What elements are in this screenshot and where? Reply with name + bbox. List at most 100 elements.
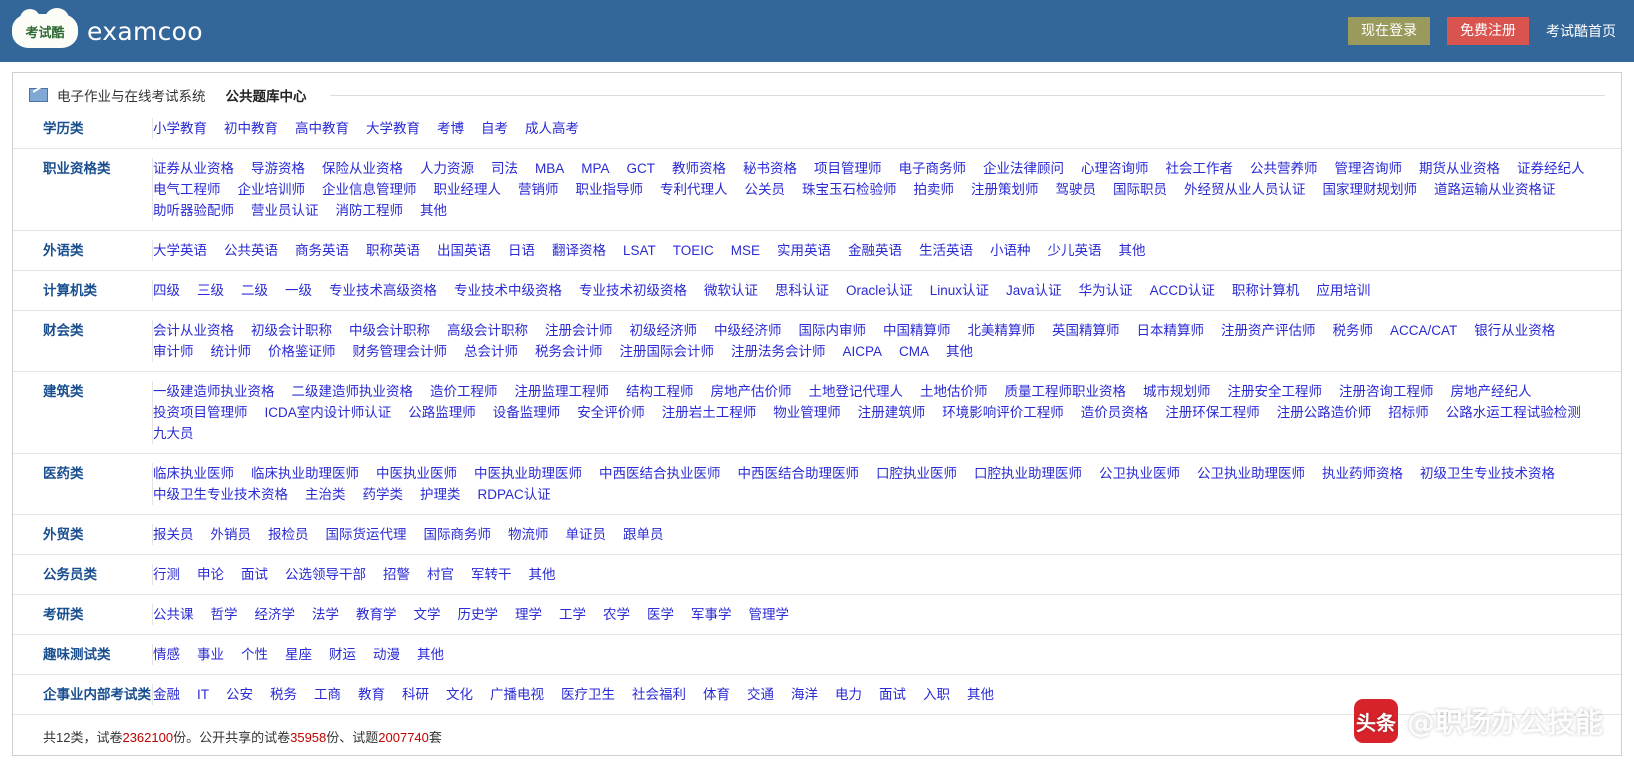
category-link[interactable]: 投资项目管理师 [153, 405, 248, 420]
category-link[interactable]: 海洋 [791, 687, 818, 702]
category-link[interactable]: 城市规划师 [1143, 384, 1211, 399]
category-link[interactable]: 大学英语 [153, 243, 207, 258]
category-link[interactable]: 少儿英语 [1048, 243, 1102, 258]
category-link[interactable]: 外销员 [211, 527, 252, 542]
category-link[interactable]: 单证员 [566, 527, 607, 542]
category-link[interactable]: 注册公路造价师 [1277, 405, 1372, 420]
category-link[interactable]: 职称英语 [366, 243, 420, 258]
category-link[interactable]: 申论 [197, 567, 224, 582]
category-link[interactable]: 税务师 [1333, 323, 1374, 338]
category-link[interactable]: RDPAC认证 [478, 487, 551, 502]
category-link[interactable]: 报检员 [268, 527, 309, 542]
category-link[interactable]: 中国精算师 [883, 323, 951, 338]
category-link[interactable]: 注册会计师 [545, 323, 613, 338]
category-link[interactable]: 小语种 [990, 243, 1031, 258]
category-link[interactable]: 其他 [967, 687, 994, 702]
category-link[interactable]: GCT [627, 161, 656, 176]
category-link[interactable]: 日本精算师 [1137, 323, 1205, 338]
category-link[interactable]: 土地估价师 [920, 384, 988, 399]
category-link[interactable]: ACCD认证 [1150, 283, 1215, 298]
category-link[interactable]: 个性 [241, 647, 268, 662]
category-link[interactable]: 中医执业助理医师 [474, 466, 582, 481]
category-link[interactable]: 价格鉴证师 [268, 344, 336, 359]
category-link[interactable]: 注册建筑师 [858, 405, 926, 420]
category-link[interactable]: 华为认证 [1079, 283, 1133, 298]
category-link[interactable]: 其他 [417, 647, 444, 662]
category-link[interactable]: 情感 [153, 647, 180, 662]
category-link[interactable]: 金融英语 [848, 243, 902, 258]
category-link[interactable]: 九大员 [153, 426, 194, 441]
category-link[interactable]: 村官 [427, 567, 454, 582]
category-link[interactable]: 注册资产评估师 [1221, 323, 1316, 338]
category-link[interactable]: 理学 [515, 607, 542, 622]
category-link[interactable]: 哲学 [211, 607, 238, 622]
category-link[interactable]: 面试 [879, 687, 906, 702]
category-link[interactable]: 医学 [647, 607, 674, 622]
category-link[interactable]: 交通 [747, 687, 774, 702]
category-link[interactable]: 事业 [197, 647, 224, 662]
category-link[interactable]: 证券从业资格 [153, 161, 234, 176]
category-link[interactable]: 金融 [153, 687, 180, 702]
category-link[interactable]: 注册策划师 [971, 182, 1039, 197]
category-link[interactable]: 成人高考 [525, 121, 579, 136]
category-link[interactable]: 国际职员 [1113, 182, 1167, 197]
category-link[interactable]: 科研 [402, 687, 429, 702]
category-link[interactable]: 公安 [226, 687, 253, 702]
category-link[interactable]: 动漫 [373, 647, 400, 662]
category-link[interactable]: 税务 [270, 687, 297, 702]
category-link[interactable]: 公卫执业助理医师 [1197, 466, 1305, 481]
category-link[interactable]: 中级卫生专业技术资格 [153, 487, 288, 502]
category-link[interactable]: 微软认证 [704, 283, 758, 298]
category-link[interactable]: 初级经济师 [630, 323, 698, 338]
category-link[interactable]: 日语 [508, 243, 535, 258]
category-link[interactable]: 驾驶员 [1056, 182, 1097, 197]
category-link[interactable]: 职业指导师 [576, 182, 644, 197]
category-link[interactable]: 大学教育 [366, 121, 420, 136]
category-link[interactable]: 临床执业助理医师 [251, 466, 359, 481]
category-link[interactable]: IT [197, 687, 209, 702]
category-link[interactable]: 税务会计师 [535, 344, 603, 359]
category-link[interactable]: 教师资格 [672, 161, 726, 176]
category-link[interactable]: 其他 [529, 567, 556, 582]
category-link[interactable]: 专业技术初级资格 [579, 283, 687, 298]
category-link[interactable]: 注册监理工程师 [515, 384, 610, 399]
category-link[interactable]: 公卫执业医师 [1099, 466, 1180, 481]
category-link[interactable]: 中西医结合助理医师 [738, 466, 860, 481]
category-link[interactable]: 生活英语 [919, 243, 973, 258]
category-link[interactable]: 军转干 [471, 567, 512, 582]
category-link[interactable]: 实用英语 [777, 243, 831, 258]
category-link[interactable]: 企业法律顾问 [983, 161, 1064, 176]
category-link[interactable]: 注册咨询工程师 [1339, 384, 1434, 399]
category-link[interactable]: 国际货运代理 [326, 527, 407, 542]
category-link[interactable]: 助听器验配师 [153, 203, 234, 218]
category-link[interactable]: 项目管理师 [814, 161, 882, 176]
category-link[interactable]: 其他 [420, 203, 447, 218]
category-link[interactable]: 房地产估价师 [711, 384, 792, 399]
category-link[interactable]: 审计师 [153, 344, 194, 359]
category-link[interactable]: 护理类 [420, 487, 461, 502]
category-link[interactable]: 执业药师资格 [1322, 466, 1403, 481]
category-link[interactable]: 招警 [383, 567, 410, 582]
category-link[interactable]: 电力 [835, 687, 862, 702]
category-link[interactable]: 星座 [285, 647, 312, 662]
category-link[interactable]: 电子商务师 [899, 161, 967, 176]
category-link[interactable]: 一级建造师执业资格 [153, 384, 275, 399]
category-link[interactable]: 企业培训师 [238, 182, 306, 197]
category-link[interactable]: 安全评价师 [577, 405, 645, 420]
category-link[interactable]: 营业员认证 [251, 203, 319, 218]
category-link[interactable]: Linux认证 [930, 283, 989, 298]
category-link[interactable]: 自考 [481, 121, 508, 136]
category-link[interactable]: 初中教育 [224, 121, 278, 136]
category-link[interactable]: 环境影响评价工程师 [942, 405, 1064, 420]
category-link[interactable]: 出国英语 [437, 243, 491, 258]
category-link[interactable]: 应用培训 [1316, 283, 1370, 298]
category-link[interactable]: 医疗卫生 [561, 687, 615, 702]
category-link[interactable]: 人力资源 [420, 161, 474, 176]
category-link[interactable]: 注册安全工程师 [1228, 384, 1323, 399]
category-link[interactable]: 教育学 [356, 607, 397, 622]
category-link[interactable]: 财运 [329, 647, 356, 662]
category-link[interactable]: 英国精算师 [1052, 323, 1120, 338]
category-link[interactable]: 口腔执业助理医师 [974, 466, 1082, 481]
category-link[interactable]: 秘书资格 [743, 161, 797, 176]
category-link[interactable]: 初级会计职称 [251, 323, 332, 338]
